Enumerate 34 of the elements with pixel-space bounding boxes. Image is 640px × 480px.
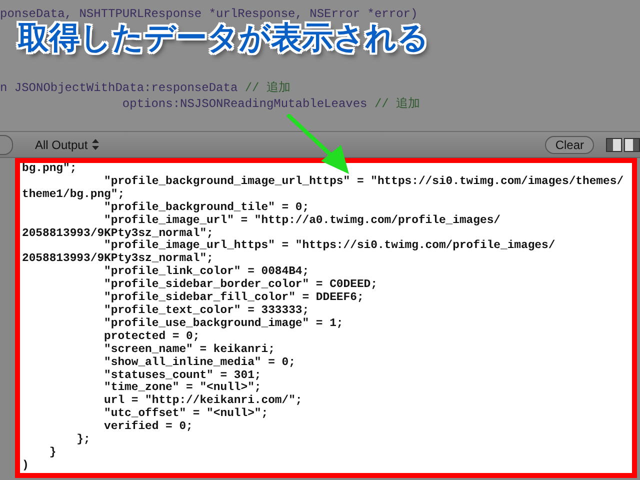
console-line: protected = 0; <box>103 330 201 344</box>
code-line: ponseData, NSHTTPURLResponse *urlResponse, NSError *error) <box>0 6 419 22</box>
console-line: "show_all_inline_media" = 0; <box>103 356 296 370</box>
console-line: "utc_offset" = "<null>"; <box>103 408 270 420</box>
console-line: }; <box>76 434 92 447</box>
left-panel-toggle-icon[interactable] <box>606 138 622 152</box>
up-down-arrows-icon <box>92 139 99 150</box>
console-line: 2058813993/9KPty3sz_normal"; <box>22 228 214 240</box>
right-panel-toggle-icon[interactable] <box>624 138 640 152</box>
console-line: "time_zone" = "<null>"; <box>103 382 262 394</box>
console-line: } <box>48 446 58 460</box>
console-line: "profile_image_url_https" = "https://si0.twimg.com/profile_images/ <box>103 240 556 252</box>
console-line: "profile_sidebar_fill_color" = DDEEF6; <box>103 292 365 304</box>
console-line: "profile_background_tile" = 0; <box>103 202 310 214</box>
console-line: bg.png"; <box>22 163 78 176</box>
code-line: n JSONObjectWithData:responseData // 追加 <box>0 80 292 96</box>
console-line: "profile_sidebar_border_color" = C0DEED; <box>103 279 378 292</box>
output-filter-dropdown[interactable]: All Output <box>31 138 103 152</box>
console-line: ) <box>22 460 30 473</box>
console-line: "profile_use_background_image" = 1; <box>103 318 344 330</box>
console-line: theme1/bg.png"; <box>22 188 126 202</box>
console-line: "profile_background_image_url_https" = "https://si0.twimg.com/images/themes/ <box>103 176 625 188</box>
pointer-arrow <box>287 114 349 174</box>
console-line: verified = 0; <box>103 421 194 434</box>
console-line: 2058813993/9KPty3sz_normal"; <box>22 253 214 266</box>
console-line: "profile_link_color" = 0084B4; <box>103 266 310 278</box>
console-line: "profile_image_url" = "http://a0.twimg.com/profile_images/ <box>103 214 502 228</box>
clear-button[interactable]: Clear <box>545 136 594 154</box>
console-line: url = "http://keikanri.com/"; <box>103 395 304 408</box>
code-line: options:NSJSONReadingMutableLeaves // 追加 <box>121 96 422 112</box>
console-line: "statuses_count" = 301; <box>103 370 262 382</box>
callout-heading: 取得したデータが表示される <box>18 20 429 58</box>
console-line: "screen_name" = keikanri; <box>103 344 276 356</box>
console-line: "profile_text_color" = 333333; <box>103 304 310 318</box>
